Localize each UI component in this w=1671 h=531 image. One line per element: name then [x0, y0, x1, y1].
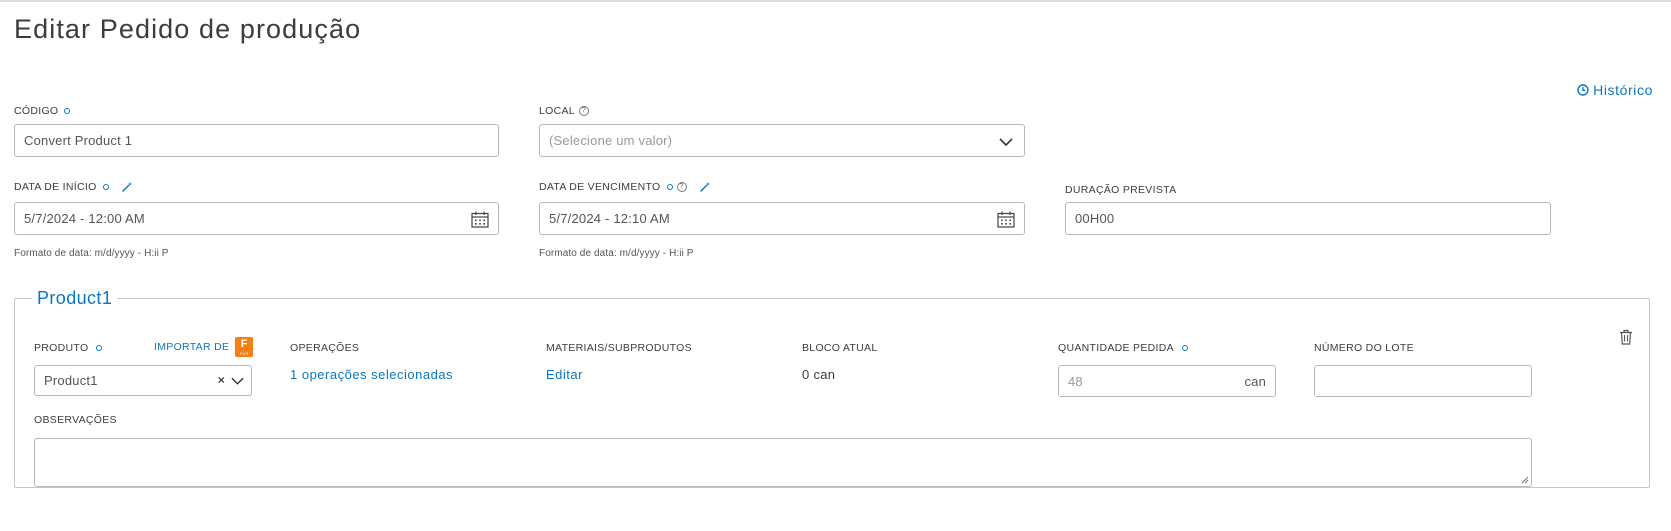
- quantidade-label-text: QUANTIDADE PEDIDA: [1058, 342, 1174, 354]
- data-vencimento-input[interactable]: 5/7/2024 - 12:10 AM: [539, 202, 1025, 235]
- magic-wand-icon[interactable]: [699, 181, 711, 193]
- lote-label: NÚMERO DO LOTE: [1314, 342, 1414, 354]
- required-icon: [96, 345, 103, 351]
- materiais-label-text: MATERIAIS/SUBPRODUTOS: [546, 342, 692, 354]
- required-icon: [64, 108, 71, 114]
- produto-label-text: PRODUTO: [34, 342, 89, 354]
- importar-de-button[interactable]: IMPORTAR DE F FUS: [154, 337, 254, 357]
- calendar-icon[interactable]: [997, 211, 1015, 228]
- chevron-down-icon: [999, 138, 1013, 147]
- product-section: Product1 PRODUTO IMPORTAR DE F FUS Produc…: [14, 288, 1650, 488]
- data-vencimento-label-text: DATA DE VENCIMENTO: [539, 181, 661, 193]
- local-placeholder: (Selecione um valor): [549, 133, 673, 148]
- duracao-label: DURAÇÃO PREVISTA: [1065, 184, 1176, 196]
- product-section-title: Product1: [37, 288, 113, 308]
- fusion-sub: FUS: [239, 351, 249, 356]
- lote-input[interactable]: [1314, 365, 1532, 397]
- bloco-value: 0 can: [802, 367, 836, 382]
- operacoes-label-text: OPERAÇÕES: [290, 342, 360, 354]
- data-vencimento-label: DATA DE VENCIMENTO ?: [539, 181, 711, 193]
- observacoes-textarea[interactable]: [34, 438, 1532, 487]
- quantidade-label: QUANTIDADE PEDIDA: [1058, 342, 1188, 354]
- codigo-value: Convert Product 1: [24, 133, 133, 148]
- data-vencimento-hint: Formato de data: m/d/yyyy - H:ii P: [539, 248, 694, 259]
- duracao-input[interactable]: 00H00: [1065, 202, 1551, 235]
- lote-label-text: NÚMERO DO LOTE: [1314, 342, 1414, 354]
- data-inicio-label: DATA DE INÍCIO: [14, 181, 133, 193]
- codigo-label-text: CÓDIGO: [14, 105, 59, 117]
- materiais-edit-link[interactable]: Editar: [546, 367, 583, 382]
- quantidade-value: 48: [1068, 373, 1083, 389]
- data-inicio-input[interactable]: 5/7/2024 - 12:00 AM: [14, 202, 499, 235]
- clear-icon[interactable]: ×: [218, 373, 225, 387]
- quantidade-input[interactable]: 48 can: [1058, 365, 1276, 397]
- local-label: LOCAL ?: [539, 105, 589, 117]
- calendar-icon[interactable]: [471, 211, 489, 228]
- codigo-input[interactable]: Convert Product 1: [14, 124, 499, 157]
- help-icon[interactable]: ?: [676, 182, 687, 192]
- observacoes-label: OBSERVAÇÕES: [34, 414, 117, 426]
- trash-icon[interactable]: [1619, 329, 1633, 345]
- history-label: Histórico: [1593, 82, 1653, 98]
- duracao-value: 00H00: [1075, 211, 1115, 226]
- clock-icon: [1577, 84, 1589, 96]
- data-vencimento-value: 5/7/2024 - 12:10 AM: [549, 211, 670, 226]
- importar-de-label: IMPORTAR DE: [154, 341, 230, 353]
- required-icon: [1181, 345, 1188, 351]
- materiais-label: MATERIAIS/SUBPRODUTOS: [546, 342, 692, 354]
- page-title: Editar Pedido de produção: [14, 14, 362, 44]
- data-inicio-label-text: DATA DE INÍCIO: [14, 181, 97, 193]
- help-icon[interactable]: ?: [578, 106, 589, 116]
- quantidade-unit: can: [1244, 373, 1266, 389]
- fusion-icon[interactable]: F FUS: [235, 337, 254, 357]
- resize-handle-icon[interactable]: [1521, 476, 1529, 484]
- magic-wand-icon[interactable]: [121, 181, 133, 193]
- history-link[interactable]: Histórico: [1577, 82, 1653, 98]
- produto-label: PRODUTO: [34, 342, 103, 354]
- observacoes-label-text: OBSERVAÇÕES: [34, 414, 117, 426]
- local-select[interactable]: (Selecione um valor): [539, 124, 1025, 157]
- bloco-label-text: BLOCO ATUAL: [802, 342, 878, 354]
- required-icon: [102, 184, 109, 190]
- duracao-label-text: DURAÇÃO PREVISTA: [1065, 184, 1177, 196]
- operacoes-label: OPERAÇÕES: [290, 342, 359, 354]
- produto-value: Product1: [44, 373, 98, 388]
- chevron-down-icon: [231, 377, 244, 385]
- codigo-label: CÓDIGO: [14, 105, 71, 117]
- produto-select[interactable]: Product1 ×: [34, 365, 252, 396]
- bloco-label: BLOCO ATUAL: [802, 342, 877, 354]
- local-label-text: LOCAL: [539, 105, 575, 117]
- data-inicio-hint: Formato de data: m/d/yyyy - H:ii P: [14, 248, 169, 259]
- data-inicio-value: 5/7/2024 - 12:00 AM: [24, 211, 145, 226]
- operacoes-link[interactable]: 1 operações selecionadas: [290, 367, 453, 382]
- fusion-letter: F: [240, 338, 248, 350]
- required-icon: [666, 184, 673, 190]
